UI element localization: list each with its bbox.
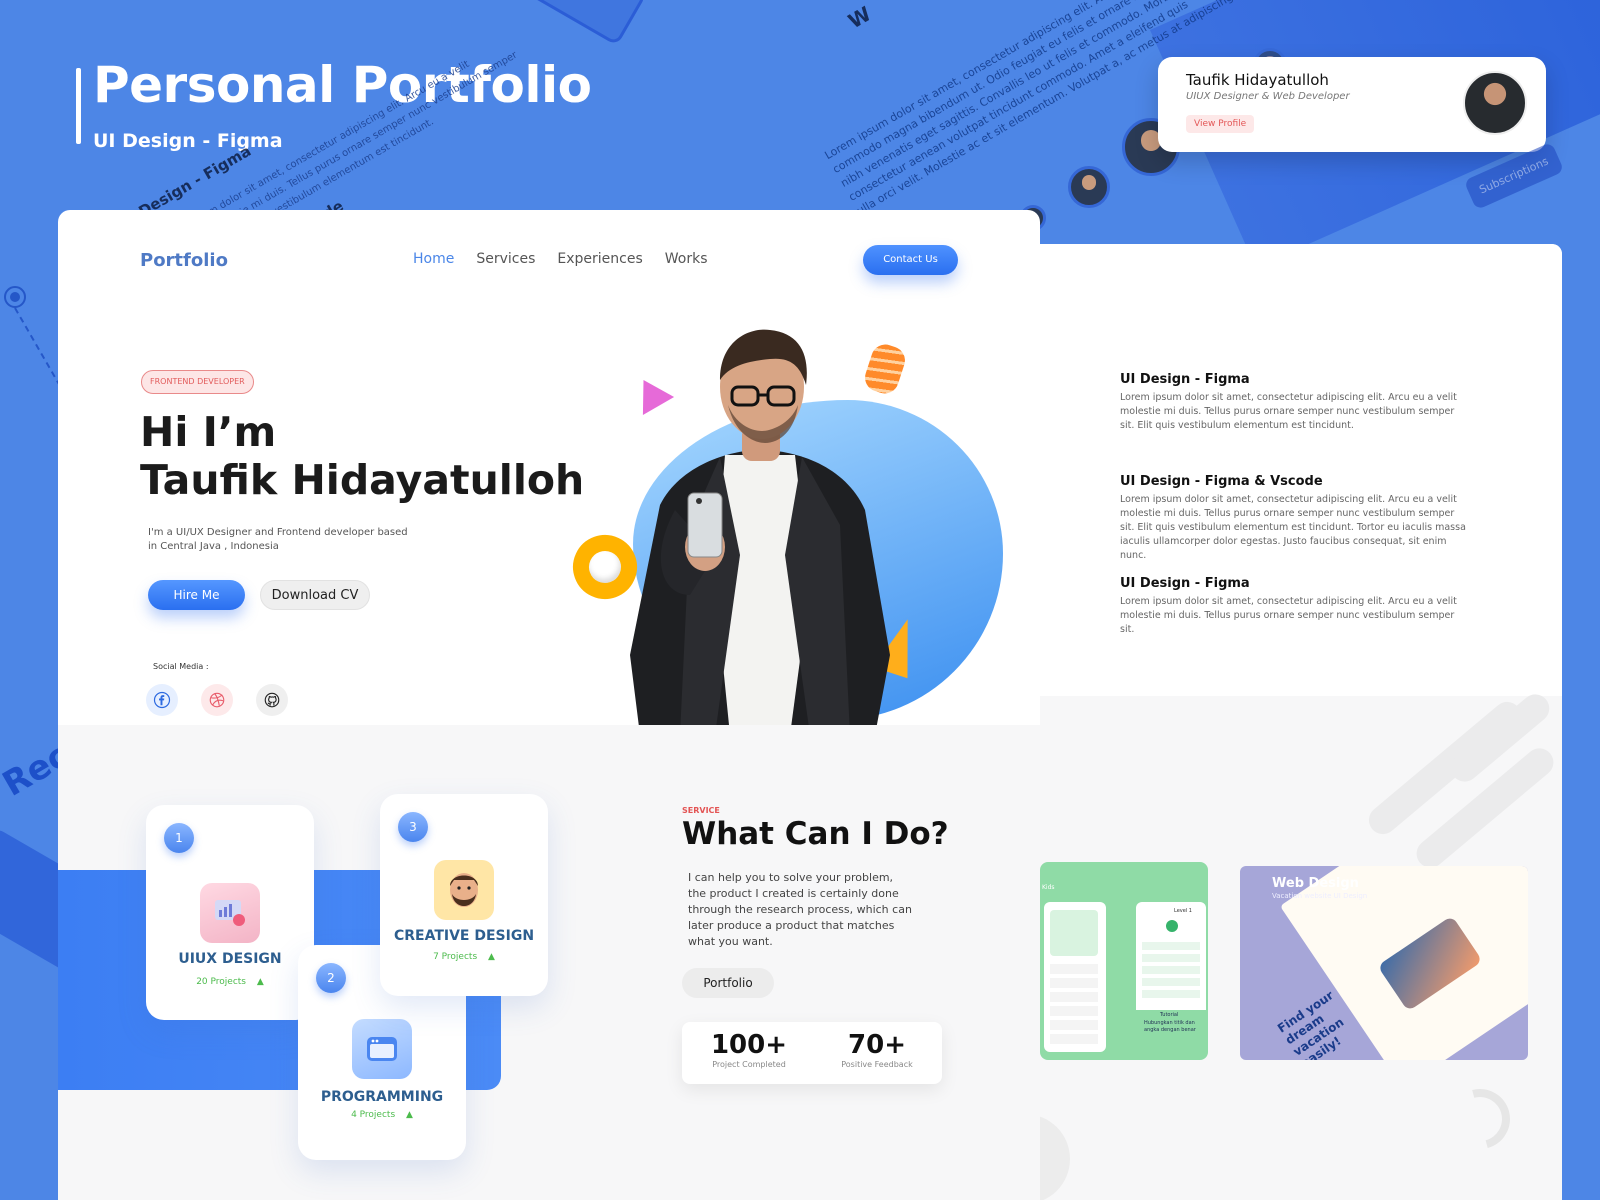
experience-title: UI Design - Figma bbox=[1120, 372, 1250, 387]
github-icon[interactable] bbox=[256, 684, 288, 716]
illustration bbox=[1050, 910, 1098, 956]
service-project-count: 7 Projects ▲ bbox=[380, 952, 548, 962]
background-card-shape bbox=[513, 0, 647, 46]
experience-item: UI Design - Figma Lorem ipsum dolor sit … bbox=[1120, 372, 1470, 433]
project-count-text: 4 Projects bbox=[351, 1110, 396, 1120]
work-card-kids-app[interactable]: Kids Level 1 Tutorial Hubungkan titik da… bbox=[1040, 862, 1208, 1060]
service-number-badge: 2 bbox=[316, 963, 346, 993]
nav-link-home[interactable]: Home bbox=[413, 251, 454, 267]
facebook-icon[interactable] bbox=[146, 684, 178, 716]
profile-avatar bbox=[1463, 71, 1527, 135]
section-heading: What Can I Do? bbox=[682, 816, 949, 852]
project-count-text: 7 Projects bbox=[433, 952, 478, 962]
progress-dot bbox=[1166, 920, 1178, 932]
experience-description: Lorem ipsum dolor sit amet, consectetur … bbox=[1120, 392, 1457, 431]
nav-link-experiences[interactable]: Experiences bbox=[557, 251, 642, 267]
title-accent-bar bbox=[76, 68, 81, 144]
view-profile-button[interactable]: View Profile bbox=[1186, 115, 1255, 133]
hero-name: Taufik Hidayatulloh bbox=[140, 456, 585, 504]
stat-label: Positive Feedback bbox=[841, 1060, 913, 1069]
experience-item: UI Design - Figma Lorem ipsum dolor sit … bbox=[1120, 576, 1470, 637]
decorative-circle bbox=[1040, 1114, 1070, 1200]
experience-title: UI Design - Figma & Vscode bbox=[1120, 474, 1323, 489]
floating-avatar bbox=[1068, 166, 1110, 208]
stat-feedback: 70+ Positive Feedback bbox=[812, 1030, 942, 1069]
trend-up-icon: ▲ bbox=[488, 952, 495, 962]
tutorial-footer: Tutorial Hubungkan titik dan angka denga… bbox=[1136, 1010, 1206, 1052]
experience-item: UI Design - Figma & Vscode Lorem ipsum d… bbox=[1120, 474, 1470, 563]
nav-link-works[interactable]: Works bbox=[665, 251, 708, 267]
dribbble-icon[interactable] bbox=[201, 684, 233, 716]
avatar-character-icon bbox=[434, 860, 494, 920]
experience-description: Lorem ipsum dolor sit amet, consectetur … bbox=[1120, 596, 1457, 635]
hire-me-button[interactable]: Hire Me bbox=[148, 580, 245, 610]
nav-link-services[interactable]: Services bbox=[476, 251, 535, 267]
service-card-creative[interactable]: 3 CREATIVE DESIGN 7 Projects ▲ bbox=[380, 794, 548, 996]
service-number-badge: 3 bbox=[398, 812, 428, 842]
browser-window-icon bbox=[352, 1019, 412, 1079]
decorative-node bbox=[4, 286, 26, 308]
decorative-dashed-line bbox=[14, 307, 61, 387]
experience-description: Lorem ipsum dolor sit amet, consectetur … bbox=[1120, 494, 1466, 561]
hero-intro: I'm a UI/UX Designer and Frontend develo… bbox=[148, 527, 408, 552]
work-card-label: Kids bbox=[1042, 884, 1055, 891]
phone-mockup bbox=[1044, 902, 1106, 1052]
social-media-label: Social Media : bbox=[153, 662, 209, 671]
secondary-page: UI Design - Figma Lorem ipsum dolor sit … bbox=[1040, 244, 1562, 1200]
hero-portrait bbox=[630, 329, 890, 735]
stats-box: 100+ Project Completed 70+ Positive Feed… bbox=[682, 1022, 942, 1084]
analytics-icon bbox=[200, 883, 260, 943]
tutorial-caption: Hubungkan titik dan angka dengan benar bbox=[1144, 1020, 1196, 1033]
decorative-ring bbox=[1439, 1078, 1521, 1160]
service-title: PROGRAMMING bbox=[320, 1089, 444, 1105]
level-label: Level 1 bbox=[1174, 908, 1192, 914]
profile-name: Taufik Hidayatulloh bbox=[1186, 71, 1329, 89]
trend-up-icon: ▲ bbox=[406, 1110, 413, 1120]
download-cv-button[interactable]: Download CV bbox=[260, 580, 370, 610]
portfolio-button[interactable]: Portfolio bbox=[682, 968, 774, 998]
hero-heading: Hi I’m Taufik Hidayatulloh bbox=[140, 408, 584, 504]
hero-greeting: Hi I’m bbox=[140, 408, 277, 456]
experience-title: UI Design - Figma bbox=[1120, 576, 1250, 591]
stat-label: Project Completed bbox=[712, 1060, 786, 1069]
profile-role: UIUX Designer & Web Developer bbox=[1186, 91, 1350, 102]
service-number-badge: 1 bbox=[164, 823, 194, 853]
decorative-word: W bbox=[844, 1, 876, 34]
section-description: I can help you to solve your problem, th… bbox=[688, 871, 912, 948]
main-nav: Home Services Experiences Works bbox=[413, 251, 708, 267]
profile-card: Taufik Hidayatulloh UIUX Designer & Web … bbox=[1158, 57, 1546, 152]
portfolio-page: Portfolio Home Services Experiences Work… bbox=[58, 210, 1040, 1200]
stat-projects: 100+ Project Completed bbox=[684, 1030, 814, 1069]
phone-mockup: Level 1 Tutorial Hubungkan titik dan ang… bbox=[1136, 902, 1206, 1052]
work-subtitle: Vacation website UI Design bbox=[1272, 892, 1368, 900]
project-count-text: 20 Projects bbox=[196, 977, 246, 987]
work-card-web-design[interactable]: Web Design Vacation website UI Design Fi… bbox=[1240, 866, 1528, 1060]
page-subtitle: UI Design - Figma bbox=[93, 130, 283, 152]
role-tag: FRONTEND DEVELOPER bbox=[141, 370, 254, 394]
service-card-uiux[interactable]: 1 UIUX DESIGN 20 Projects ▲ bbox=[146, 805, 314, 1020]
choice-list bbox=[1142, 942, 1200, 1002]
contact-us-button[interactable]: Contact Us bbox=[863, 245, 958, 275]
trend-up-icon: ▲ bbox=[256, 977, 264, 987]
section-tag: SERVICE bbox=[682, 806, 720, 815]
tutorial-label: Tutorial bbox=[1160, 1012, 1179, 1018]
service-project-count: 4 Projects ▲ bbox=[298, 1110, 466, 1120]
work-title: Web Design bbox=[1272, 876, 1359, 891]
stat-value: 70+ bbox=[848, 1030, 906, 1060]
service-title: CREATIVE DESIGN bbox=[393, 928, 535, 944]
site-logo[interactable]: Portfolio bbox=[140, 250, 228, 271]
stat-value: 100+ bbox=[710, 1030, 788, 1060]
service-project-count: 20 Projects ▲ bbox=[146, 977, 314, 987]
list-preview bbox=[1050, 964, 1098, 1044]
service-title: UIUX DESIGN bbox=[178, 951, 282, 967]
